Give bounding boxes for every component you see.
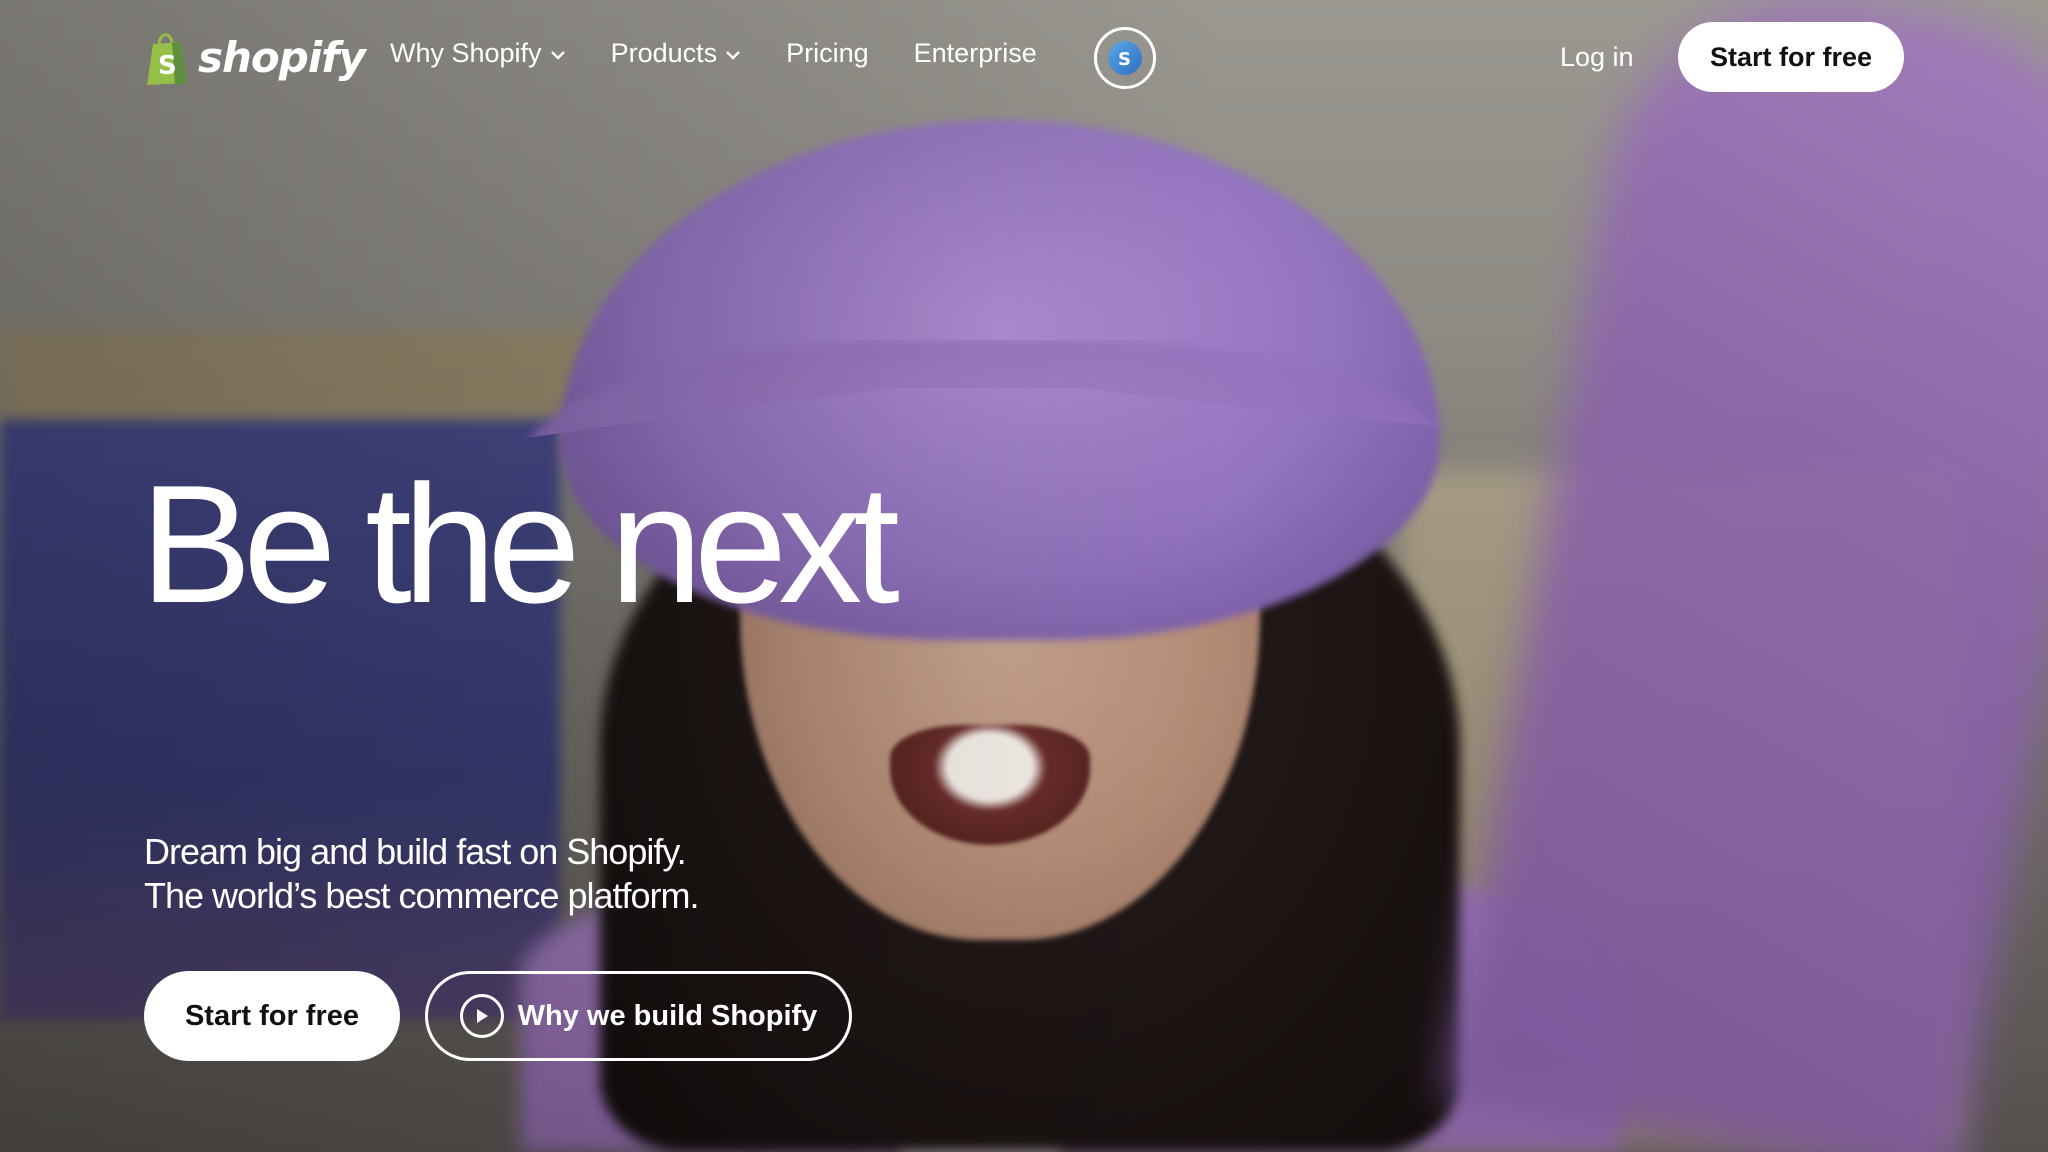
- hero-subtitle-line: Dream big and build fast on Shopify.: [144, 831, 687, 872]
- shopify-wordmark: shopify: [198, 32, 366, 82]
- nav-item-label: Pricing: [786, 38, 869, 68]
- hero-headline: Be the next: [140, 450, 900, 638]
- nav-item-label: Products: [610, 38, 718, 68]
- svg-text:S: S: [158, 51, 177, 81]
- chevron-down-icon: [726, 50, 740, 60]
- start-for-free-button[interactable]: Start for free: [1678, 22, 1904, 92]
- nav-item-why-shopify[interactable]: Why Shopify: [390, 38, 566, 69]
- why-we-build-shopify-label: Why we build Shopify: [517, 999, 818, 1032]
- nav-item-label: Enterprise: [913, 38, 1037, 68]
- chevron-down-icon: [550, 50, 565, 60]
- why-we-build-shopify-button[interactable]: Why we build Shopify: [425, 971, 852, 1061]
- shop-app-icon: S: [1108, 41, 1142, 75]
- hero-subtitle: Dream big and build fast on Shopify. The…: [144, 830, 700, 918]
- nav-item-pricing[interactable]: Pricing: [786, 38, 869, 69]
- hero-start-for-free-button[interactable]: Start for free: [144, 971, 400, 1061]
- shopify-logo[interactable]: S shopify: [144, 28, 366, 86]
- nav-item-products[interactable]: Products: [611, 38, 742, 69]
- login-link[interactable]: Log in: [1560, 42, 1634, 73]
- shopify-bag-icon: S: [144, 28, 190, 86]
- shop-app-button[interactable]: S: [1094, 27, 1156, 89]
- top-navigation: S shopify Why Shopify Products Pricing E…: [0, 0, 2048, 115]
- nav-item-enterprise[interactable]: Enterprise: [914, 38, 1037, 69]
- play-icon: [459, 994, 504, 1038]
- main-menu: Why Shopify Products Pricing Enterprise: [390, 38, 1082, 69]
- svg-text:S: S: [1118, 49, 1131, 69]
- nav-item-label: Why Shopify: [390, 38, 542, 68]
- hero-subtitle-line: The world’s best commerce platform.: [144, 875, 700, 916]
